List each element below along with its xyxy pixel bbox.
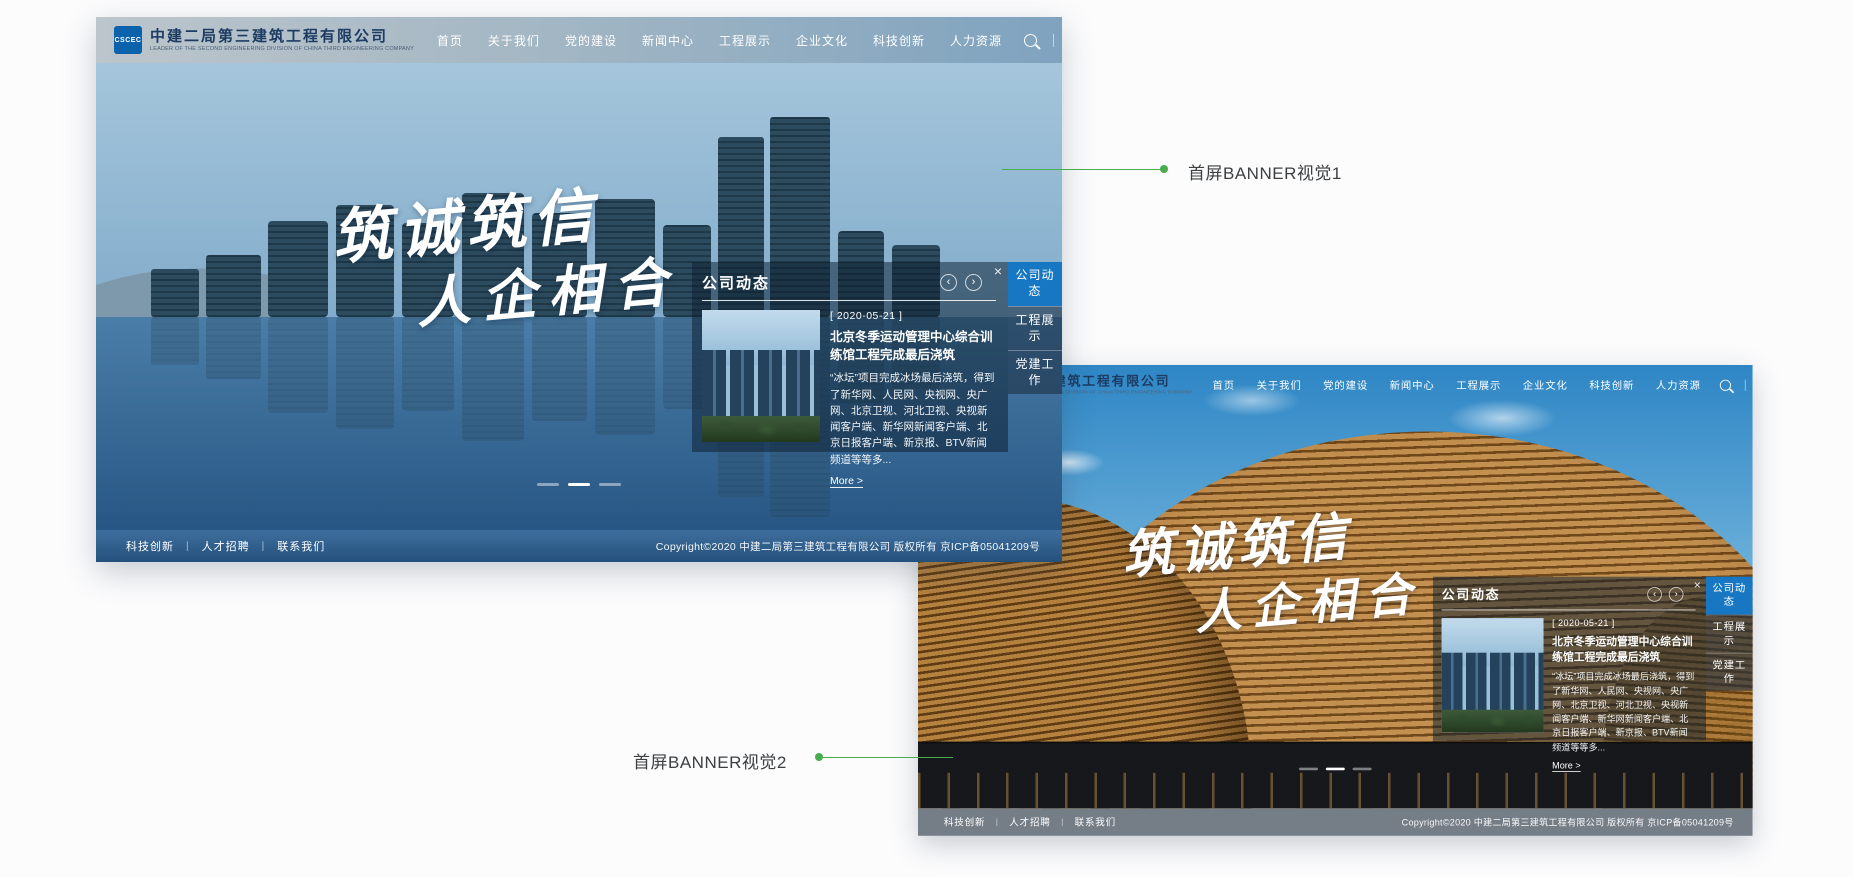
annotation-line-1 bbox=[1002, 169, 1164, 170]
footer-link-recruit[interactable]: 人才招聘 bbox=[1009, 815, 1050, 829]
nav-technology[interactable]: 科技创新 bbox=[1589, 378, 1634, 393]
side-tab-company-news[interactable]: 公司动态 bbox=[1706, 577, 1753, 615]
annotation-dot-2 bbox=[815, 753, 823, 761]
more-link[interactable]: More > bbox=[1552, 761, 1580, 772]
thumb-trees bbox=[1442, 709, 1544, 732]
site-header: CSCEC 中建二局第三建筑工程有限公司 LEADER OF THE SECON… bbox=[96, 17, 1062, 63]
site-footer: 科技创新 | 人才招聘 | 联系我们 Copyright©2020 中建二局第三… bbox=[918, 808, 1753, 836]
nav-projects[interactable]: 工程展示 bbox=[1456, 378, 1501, 393]
pagination-bar-2[interactable] bbox=[568, 483, 590, 486]
carousel-pagination bbox=[537, 483, 621, 486]
pagination-bar-2[interactable] bbox=[1326, 768, 1345, 771]
copyright-text: Copyright©2020 中建二局第三建筑工程有限公司 版权所有 京ICP备… bbox=[1402, 816, 1734, 829]
annotation-label-banner-2: 首屏BANNER视觉2 bbox=[633, 748, 787, 773]
footer-divider: | bbox=[262, 541, 266, 552]
prev-arrow-icon[interactable]: ‹ bbox=[1647, 587, 1662, 602]
footer-link-contact[interactable]: 联系我们 bbox=[277, 538, 325, 554]
nav-culture[interactable]: 企业文化 bbox=[1523, 378, 1568, 393]
pagination-bar-3[interactable] bbox=[599, 483, 621, 486]
pagination-bar-1[interactable] bbox=[1299, 768, 1318, 771]
side-tab-projects[interactable]: 工程展示 bbox=[1008, 306, 1062, 350]
cscec-logo-mark: CSCEC bbox=[114, 26, 142, 54]
design-annotation-board: 筑诚筑信 人企相合 × 公司动态 ‹ › bbox=[0, 0, 1854, 877]
panel-divider bbox=[702, 300, 996, 301]
company-name-cn: 中建二局第三建筑工程有限公司 bbox=[150, 28, 437, 46]
nav-home[interactable]: 首页 bbox=[437, 32, 463, 49]
company-news-panel: × 公司动态 ‹ › [ 2020-05-21 bbox=[1433, 577, 1706, 741]
annotation-line-2 bbox=[823, 757, 953, 758]
tool-divider bbox=[1053, 34, 1054, 47]
nav-about[interactable]: 关于我们 bbox=[488, 32, 540, 49]
footer-link-contact[interactable]: 联系我们 bbox=[1075, 815, 1116, 829]
banner-image-city: 筑诚筑信 人企相合 × 公司动态 ‹ › bbox=[96, 17, 1062, 530]
mockup-banner-visual-1: 筑诚筑信 人企相合 × 公司动态 ‹ › bbox=[96, 17, 1062, 562]
news-date: [ 2020-05-21 ] bbox=[830, 310, 996, 322]
carousel-pagination bbox=[1299, 768, 1372, 771]
site-logo[interactable]: CSCEC 中建二局第三建筑工程有限公司 LEADER OF THE SECON… bbox=[114, 26, 437, 54]
main-nav: 首页 关于我们 党的建设 新闻中心 工程展示 企业文化 科技创新 人力资源 bbox=[1213, 378, 1701, 393]
search-icon[interactable] bbox=[1024, 34, 1037, 47]
news-panel-title: 公司动态 bbox=[1442, 585, 1501, 603]
nav-culture[interactable]: 企业文化 bbox=[796, 32, 848, 49]
nav-tools bbox=[1720, 379, 1753, 390]
company-news-panel: × 公司动态 ‹ › [ 2020-05-21 bbox=[692, 262, 1008, 452]
nav-news-center[interactable]: 新闻中心 bbox=[642, 32, 694, 49]
annotation-label-banner-1: 首屏BANNER视觉1 bbox=[1188, 159, 1342, 184]
news-thumbnail-image[interactable] bbox=[702, 310, 820, 442]
news-thumbnail-image[interactable] bbox=[1442, 618, 1544, 732]
company-name-en: LEADER OF THE SECOND ENGINEERING DIVISIO… bbox=[150, 46, 414, 52]
side-tab-party-work[interactable]: 党建工作 bbox=[1008, 350, 1062, 394]
close-icon[interactable]: × bbox=[994, 264, 1002, 278]
next-arrow-icon[interactable]: › bbox=[965, 274, 982, 291]
news-panel-title: 公司动态 bbox=[702, 272, 770, 293]
nav-tools bbox=[1024, 34, 1062, 47]
nav-hr[interactable]: 人力资源 bbox=[1656, 378, 1701, 393]
side-tab-group: 公司动态 工程展示 党建工作 bbox=[1008, 262, 1062, 394]
more-link[interactable]: More > bbox=[830, 475, 863, 488]
search-icon[interactable] bbox=[1720, 379, 1731, 390]
nav-news-center[interactable]: 新闻中心 bbox=[1390, 378, 1435, 393]
nav-party-building[interactable]: 党的建设 bbox=[1323, 378, 1368, 393]
footer-links: 科技创新 | 人才招聘 | 联系我们 bbox=[944, 815, 1116, 829]
main-nav: 首页 关于我们 党的建设 新闻中心 工程展示 企业文化 科技创新 人力资源 bbox=[437, 32, 1002, 49]
side-tab-projects[interactable]: 工程展示 bbox=[1706, 615, 1753, 653]
footer-divider: | bbox=[996, 817, 999, 827]
thumb-buildings bbox=[1442, 652, 1544, 715]
footer-divider: | bbox=[1061, 817, 1064, 827]
nav-about[interactable]: 关于我们 bbox=[1257, 378, 1302, 393]
footer-divider: | bbox=[186, 541, 190, 552]
nav-party-building[interactable]: 党的建设 bbox=[565, 32, 617, 49]
site-footer: 科技创新 | 人才招聘 | 联系我们 Copyright©2020 中建二局第三… bbox=[96, 530, 1062, 562]
news-headline[interactable]: 北京冬季运动管理中心综合训练馆工程完成最后浇筑 bbox=[1552, 634, 1695, 665]
close-icon[interactable]: × bbox=[1694, 578, 1701, 590]
thumb-buildings bbox=[702, 350, 820, 423]
footer-link-technology[interactable]: 科技创新 bbox=[126, 538, 174, 554]
nav-projects[interactable]: 工程展示 bbox=[719, 32, 771, 49]
nav-hr[interactable]: 人力资源 bbox=[950, 32, 1002, 49]
nav-technology[interactable]: 科技创新 bbox=[873, 32, 925, 49]
pagination-bar-3[interactable] bbox=[1353, 768, 1372, 771]
nav-home[interactable]: 首页 bbox=[1213, 378, 1235, 393]
footer-link-technology[interactable]: 科技创新 bbox=[944, 815, 985, 829]
footer-links: 科技创新 | 人才招聘 | 联系我们 bbox=[126, 538, 325, 554]
next-arrow-icon[interactable]: › bbox=[1669, 587, 1684, 602]
side-tab-party-work[interactable]: 党建工作 bbox=[1706, 653, 1753, 691]
pagination-bar-1[interactable] bbox=[537, 483, 559, 486]
news-excerpt: “冰坛”项目完成冰场最后浇筑，得到了新华网、人民网、央视网、央广网、北京卫视、河… bbox=[830, 370, 996, 468]
panel-divider bbox=[1442, 610, 1696, 611]
footer-link-recruit[interactable]: 人才招聘 bbox=[202, 538, 250, 554]
news-headline[interactable]: 北京冬季运动管理中心综合训练馆工程完成最后浇筑 bbox=[830, 328, 996, 364]
prev-arrow-icon[interactable]: ‹ bbox=[940, 274, 957, 291]
news-date: [ 2020-05-21 ] bbox=[1552, 618, 1695, 628]
thumb-trees bbox=[702, 416, 820, 442]
tool-divider bbox=[1745, 379, 1746, 390]
copyright-text: Copyright©2020 中建二局第三建筑工程有限公司 版权所有 京ICP备… bbox=[656, 539, 1040, 554]
annotation-dot-1 bbox=[1160, 165, 1168, 173]
news-excerpt: “冰坛”项目完成冰场最后浇筑，得到了新华网、人民网、央视网、央广网、北京卫视、河… bbox=[1552, 670, 1695, 754]
side-tab-group: 公司动态 工程展示 党建工作 bbox=[1706, 577, 1753, 691]
side-tab-company-news[interactable]: 公司动态 bbox=[1008, 262, 1062, 306]
